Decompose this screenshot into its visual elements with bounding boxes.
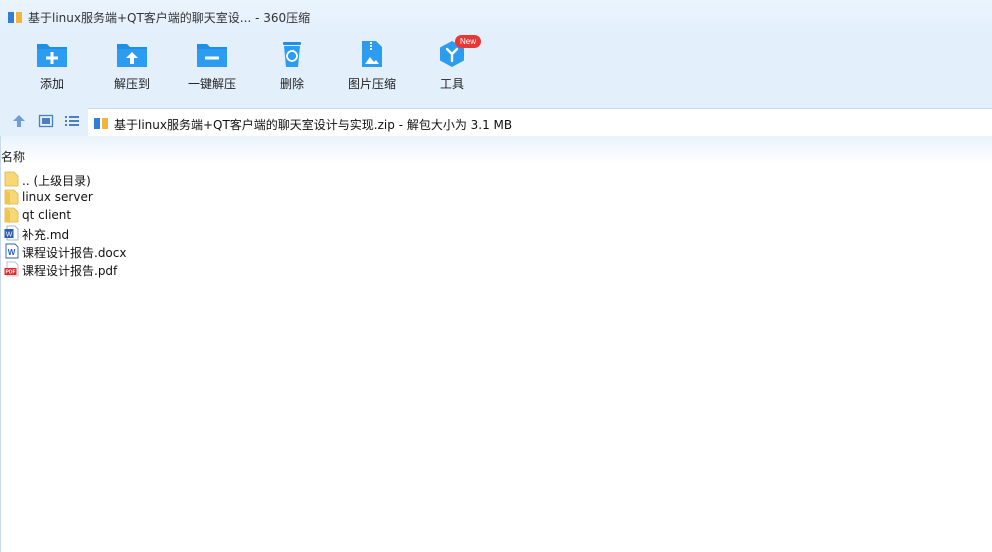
file-list: 名称 .. (上级目录) linux server qt client W 补充…	[0, 136, 992, 552]
add-label: 添加	[39, 77, 64, 91]
image-compress-label: 图片压缩	[347, 77, 396, 91]
list-item[interactable]: PDF 课程设计报告.pdf	[1, 260, 301, 278]
recycle-bin-icon	[283, 42, 301, 67]
parent-folder-icon	[4, 171, 19, 187]
tools-label: 工具	[439, 77, 464, 91]
delete-label: 删除	[279, 77, 304, 91]
add-button[interactable]: 添加	[12, 38, 92, 100]
list-item-name: linux server	[22, 190, 93, 204]
tools-button[interactable]: New 工具	[412, 35, 492, 100]
extract-to-icon	[117, 44, 147, 67]
column-header-name[interactable]: 名称	[1, 148, 25, 165]
one-click-extract-button[interactable]: 一键解压	[172, 38, 252, 100]
folder-icon	[4, 207, 19, 223]
title-bar: 基于linux服务端+QT客户端的聊天室设... - 360压缩	[0, 0, 992, 34]
list-view-icon[interactable]	[64, 113, 80, 129]
image-compress-button[interactable]: 图片压缩	[332, 38, 412, 100]
word-document-icon: W	[5, 243, 19, 259]
svg-text:PDF: PDF	[6, 270, 16, 276]
word-document-icon: W	[4, 225, 19, 241]
list-item[interactable]: W 课程设计报告.docx	[1, 242, 301, 260]
address-path: 基于linux服务端+QT客户端的聊天室设计与实现.zip - 解包大小为 3.…	[114, 118, 513, 132]
thumbnail-view-icon[interactable]	[38, 113, 54, 129]
svg-text:W: W	[8, 248, 16, 257]
address-bar: 基于linux服务端+QT客户端的聊天室设计与实现.zip - 解包大小为 3.…	[0, 106, 992, 136]
address-field[interactable]: 基于linux服务端+QT客户端的聊天室设计与实现.zip - 解包大小为 3.…	[88, 108, 992, 136]
zip-archive-icon	[94, 116, 108, 129]
list-item-name: 课程设计报告.pdf	[22, 264, 118, 278]
list-item[interactable]: linux server	[1, 188, 301, 206]
list-item[interactable]: W 补充.md	[1, 224, 301, 242]
add-folder-icon	[37, 44, 67, 67]
list-item-name: 补充.md	[22, 228, 70, 242]
list-item-name: .. (上级目录)	[22, 174, 91, 188]
window-title: 基于linux服务端+QT客户端的聊天室设... - 360压缩	[28, 11, 311, 25]
list-item-name: 课程设计报告.docx	[22, 246, 127, 260]
extract-to-button[interactable]: 解压到	[92, 38, 172, 100]
list-header: 名称	[1, 136, 992, 164]
one-click-extract-label: 一键解压	[187, 77, 236, 91]
list-item-name: qt client	[22, 208, 72, 222]
pdf-document-icon: PDF	[4, 261, 19, 277]
svg-text:W: W	[6, 232, 13, 239]
folder-icon	[4, 189, 19, 205]
toolbar: 添加 解压到 一键解压 删除 图片压缩 New 工具	[0, 34, 992, 106]
extract-to-label: 解压到	[113, 77, 150, 91]
list-item[interactable]: .. (上级目录)	[1, 170, 301, 188]
new-badge: New	[455, 35, 482, 48]
delete-button[interactable]: 删除	[252, 38, 332, 100]
app-logo-icon	[8, 10, 22, 23]
up-level-icon[interactable]	[11, 113, 27, 129]
one-click-extract-icon	[197, 44, 227, 67]
list-item[interactable]: qt client	[1, 206, 301, 224]
image-compress-icon	[362, 41, 382, 67]
